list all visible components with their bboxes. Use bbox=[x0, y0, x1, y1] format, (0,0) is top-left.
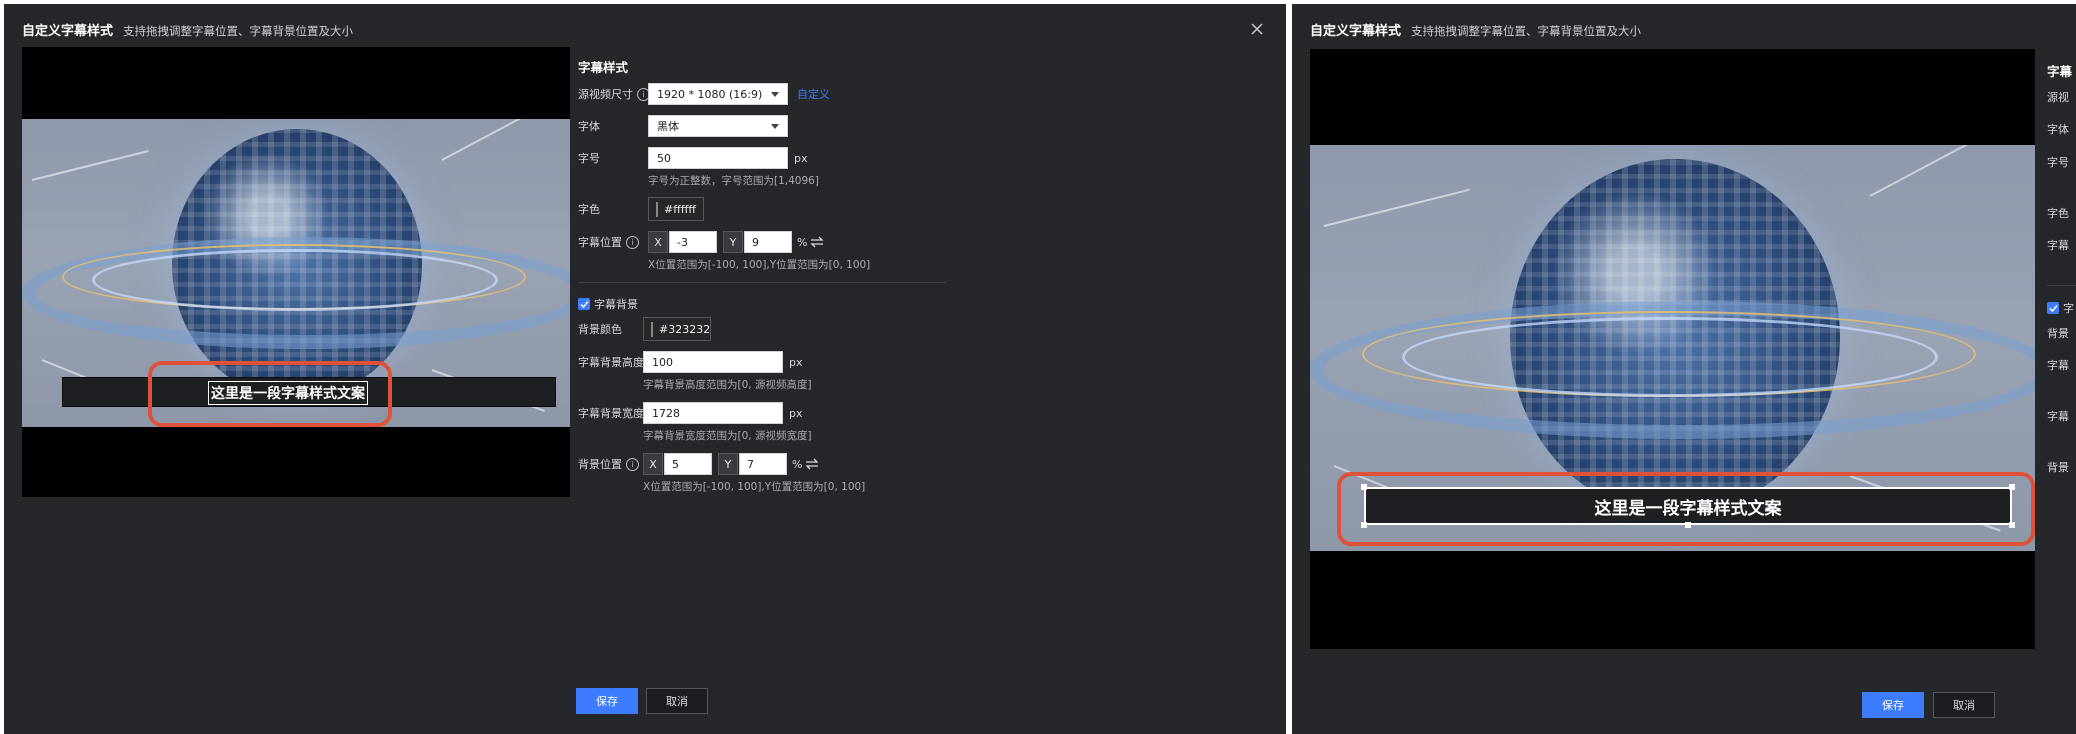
dialog-title: 自定义字幕样式 bbox=[1310, 24, 1402, 39]
divider bbox=[2047, 285, 2076, 286]
swap-icon[interactable] bbox=[805, 457, 819, 471]
bg-color-value: #323232 bbox=[659, 322, 711, 336]
x-tag: X bbox=[643, 453, 663, 475]
bg-height-input[interactable]: 100 bbox=[643, 351, 783, 373]
bg-width-hint: 字幕背景宽度范围为[0, 源视频宽度] bbox=[643, 430, 812, 442]
bg-height-hint: 字幕背景高度范围为[0, 源视频高度] bbox=[643, 379, 812, 391]
cancel-button[interactable]: 取消 bbox=[646, 688, 708, 714]
bg-height-label: 字幕 bbox=[2047, 359, 2069, 372]
style-form-cropped: 字幕 源视 字体 字号 字色 字幕 字 背景 字幕 字幕 背景 bbox=[2047, 49, 2076, 649]
info-icon[interactable]: i bbox=[626, 457, 639, 471]
style-form: 字幕样式 源视频尺寸 i 1920 * 1080 (16:9) 自定义 字体 黑… bbox=[578, 47, 948, 517]
source-size-label-text: 源视频尺寸 bbox=[578, 88, 633, 101]
bg-width-unit: px bbox=[789, 406, 803, 420]
source-size-value: 1920 * 1080 (16:9) bbox=[657, 87, 763, 101]
y-tag: Y bbox=[723, 231, 743, 253]
save-button[interactable]: 保存 bbox=[1862, 692, 1924, 718]
subtitle-style-dialog-2: 自定义字幕样式 支持拖拽调整字幕位置、字幕背景位置及大小 这里是一段字幕样式文案… bbox=[1292, 4, 2076, 734]
bg-width-input[interactable]: 1728 bbox=[643, 402, 783, 424]
font-size-unit: px bbox=[794, 151, 808, 165]
bg-color-label: 背景 bbox=[2047, 327, 2069, 340]
font-size-label: 字号 bbox=[578, 152, 600, 165]
font-color-label: 字色 bbox=[2047, 207, 2069, 220]
bg-color-swatch bbox=[651, 321, 653, 337]
bg-width-label: 字幕背景宽度 bbox=[578, 407, 644, 420]
y-tag: Y bbox=[718, 453, 738, 475]
subtitle-position-unit: % bbox=[797, 235, 808, 249]
subtitle-bg-label: 字幕背景 bbox=[594, 298, 638, 311]
x-tag: X bbox=[648, 231, 668, 253]
subtitle-y-input[interactable]: 9 bbox=[744, 231, 792, 253]
subtitle-position-label-text: 字幕位置 bbox=[578, 236, 622, 249]
bg-color-picker[interactable]: #323232 bbox=[643, 317, 711, 341]
check-icon bbox=[2048, 304, 2058, 312]
font-value: 黑体 bbox=[657, 120, 679, 133]
font-size-hint: 字号为正整数，字号范围为[1,4096] bbox=[648, 175, 819, 187]
chevron-down-icon bbox=[771, 124, 779, 129]
section-title: 字幕样式 bbox=[578, 60, 629, 75]
chevron-down-icon bbox=[771, 92, 779, 97]
font-select[interactable]: 黑体 bbox=[648, 115, 788, 137]
highlight-annotation bbox=[148, 361, 392, 427]
save-button[interactable]: 保存 bbox=[576, 688, 638, 714]
divider bbox=[578, 282, 946, 283]
dialog-header: 自定义字幕样式 支持拖拽调整字幕位置、字幕背景位置及大小 bbox=[22, 20, 353, 44]
info-icon[interactable]: i bbox=[626, 235, 639, 249]
subtitle-style-dialog: 自定义字幕样式 支持拖拽调整字幕位置、字幕背景位置及大小 这里是一段字幕样式文案… bbox=[4, 4, 1286, 734]
highlight-annotation bbox=[1337, 472, 2035, 546]
font-size-input[interactable]: 50 bbox=[648, 147, 788, 169]
font-color-value: #ffffff bbox=[664, 202, 696, 216]
font-color-label: 字色 bbox=[578, 203, 600, 216]
bg-width-label: 字幕 bbox=[2047, 410, 2069, 423]
source-size-select[interactable]: 1920 * 1080 (16:9) bbox=[648, 83, 788, 105]
subtitle-bg-checkbox[interactable] bbox=[578, 298, 590, 310]
video-preview[interactable]: 这里是一段字幕样式文案 bbox=[1310, 49, 2035, 649]
check-icon bbox=[579, 300, 589, 308]
subtitle-position-label: 字幕 bbox=[2047, 239, 2069, 252]
subtitle-bg-checkbox[interactable] bbox=[2047, 302, 2059, 314]
subtitle-x-input[interactable]: -3 bbox=[669, 231, 717, 253]
bg-position-hint: X位置范围为[-100, 100],Y位置范围为[0, 100] bbox=[643, 481, 866, 493]
bg-position-unit: % bbox=[792, 457, 803, 471]
subtitle-position-label: 字幕位置 i bbox=[578, 230, 639, 254]
dialog-title: 自定义字幕样式 bbox=[22, 24, 114, 39]
bg-position-label-text: 背景位置 bbox=[578, 458, 622, 471]
source-size-label: 源视频尺寸 i bbox=[578, 82, 650, 106]
source-size-label: 源视 bbox=[2047, 91, 2069, 104]
section-title: 字幕 bbox=[2047, 64, 2073, 79]
dialog-subtitle: 支持拖拽调整字幕位置、字幕背景位置及大小 bbox=[123, 24, 354, 38]
bg-height-unit: px bbox=[789, 355, 803, 369]
subtitle-bg-label: 字 bbox=[2063, 302, 2074, 315]
font-label: 字体 bbox=[578, 120, 600, 133]
subtitle-position-hint: X位置范围为[-100, 100],Y位置范围为[0, 100] bbox=[648, 259, 871, 271]
cancel-button[interactable]: 取消 bbox=[1933, 692, 1995, 718]
bg-y-input[interactable]: 7 bbox=[739, 453, 787, 475]
font-color-swatch bbox=[656, 201, 659, 217]
close-icon bbox=[1251, 23, 1263, 35]
bg-x-input[interactable]: 5 bbox=[664, 453, 712, 475]
bg-position-label: 背景 bbox=[2047, 461, 2069, 474]
bg-color-label: 背景颜色 bbox=[578, 323, 622, 336]
font-label: 字体 bbox=[2047, 123, 2069, 136]
dialog-subtitle: 支持拖拽调整字幕位置、字幕背景位置及大小 bbox=[1411, 24, 1642, 38]
swap-icon[interactable] bbox=[810, 235, 824, 249]
bg-position-label: 背景位置 i bbox=[578, 452, 639, 476]
close-button[interactable] bbox=[1246, 18, 1268, 40]
font-size-label: 字号 bbox=[2047, 156, 2069, 169]
custom-size-link[interactable]: 自定义 bbox=[797, 83, 830, 105]
font-color-picker[interactable]: #ffffff bbox=[648, 197, 704, 221]
bg-height-label: 字幕背景高度 bbox=[578, 356, 644, 369]
dialog-header: 自定义字幕样式 支持拖拽调整字幕位置、字幕背景位置及大小 bbox=[1310, 20, 1641, 44]
video-preview[interactable]: 这里是一段字幕样式文案 bbox=[22, 47, 570, 497]
